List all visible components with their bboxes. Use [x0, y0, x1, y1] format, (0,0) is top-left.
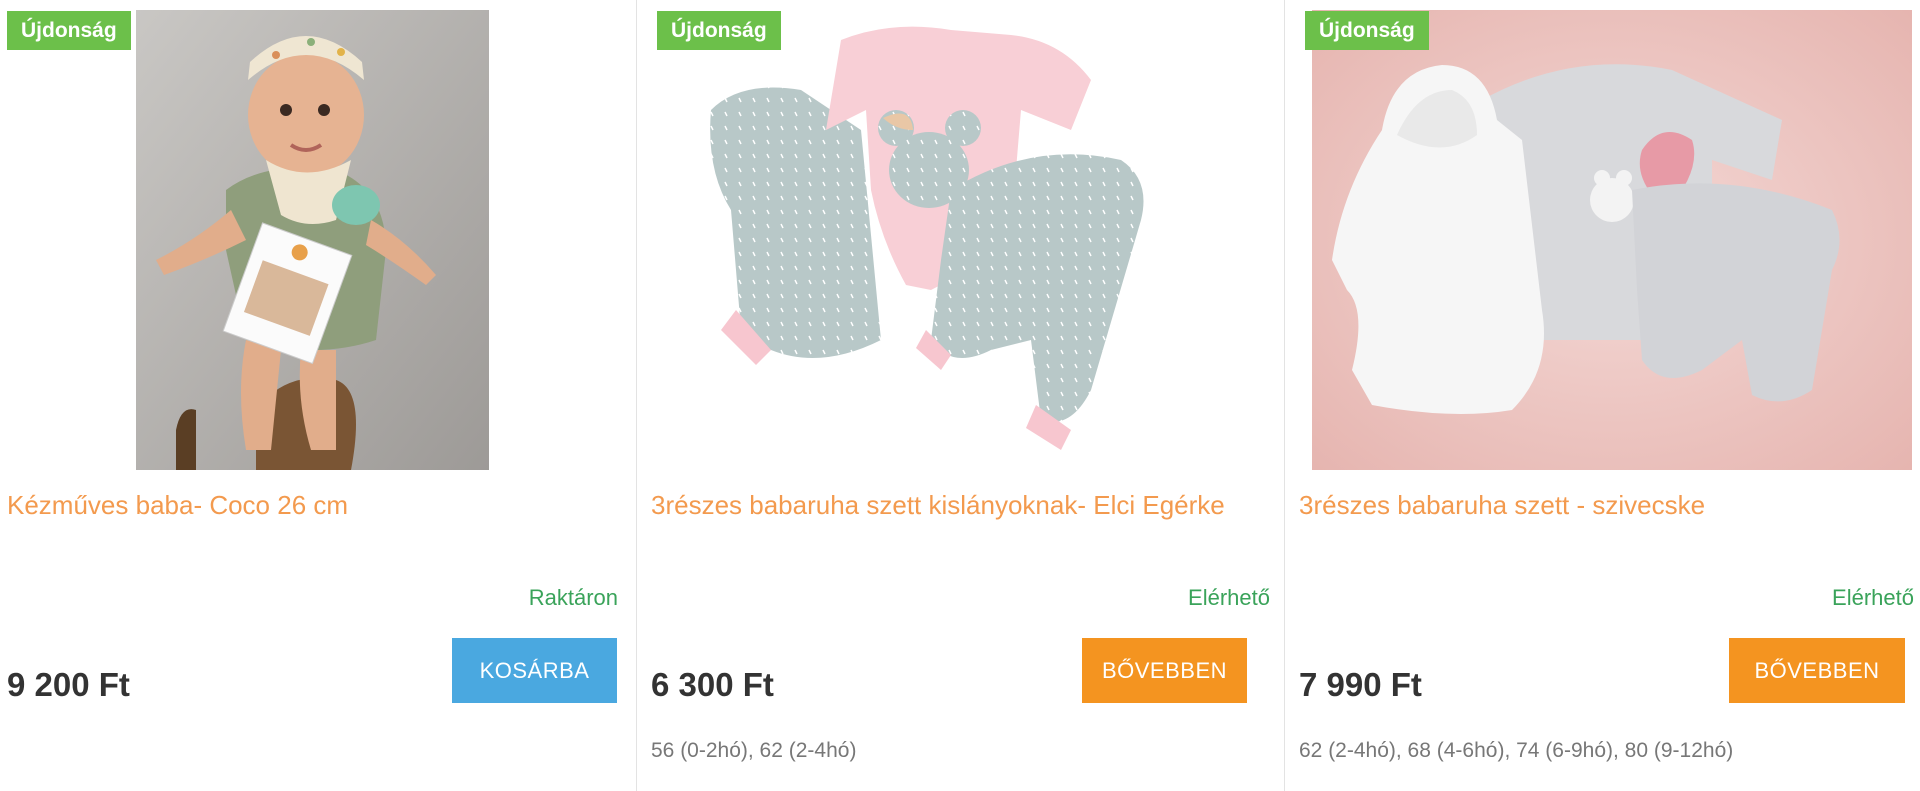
- product-card: Újdonság: [636, 0, 1284, 791]
- product-title[interactable]: 3részes babaruha szett kislányoknak- Elc…: [651, 486, 1251, 525]
- new-badge: Újdonság: [657, 11, 781, 50]
- product-image[interactable]: [651, 10, 1271, 470]
- product-title[interactable]: 3részes babaruha szett - szivecske: [1299, 486, 1899, 525]
- product-price: 9 200 Ft: [7, 666, 130, 703]
- details-button[interactable]: BŐVEBBEN: [1082, 638, 1247, 703]
- product-title[interactable]: Kézműves baba- Coco 26 cm: [7, 486, 607, 525]
- product-image[interactable]: [136, 10, 489, 470]
- size-options: 62 (2-4hó), 68 (4-6hó), 74 (6-9hó), 80 (…: [1299, 739, 1734, 762]
- availability-status: Elérhető: [1188, 585, 1270, 610]
- baby-outfit-photo: [651, 10, 1271, 470]
- details-button[interactable]: BŐVEBBEN: [1729, 638, 1905, 703]
- availability-status: Elérhető: [1832, 585, 1914, 610]
- new-badge: Újdonság: [7, 11, 131, 50]
- product-card: Újdonság: [1284, 0, 1920, 791]
- baby-outfit-photo: [1312, 10, 1912, 470]
- product-image[interactable]: [1312, 10, 1912, 470]
- product-price: 6 300 Ft: [651, 666, 774, 703]
- add-to-cart-button[interactable]: KOSÁRBA: [452, 638, 617, 703]
- size-options: 56 (0-2hó), 62 (2-4hó): [651, 739, 857, 762]
- product-grid: Újdonság Kézműves baba- Coco 26 cm Raktá…: [0, 0, 1920, 791]
- availability-status: Raktáron: [528, 585, 618, 610]
- product-card: Újdonság: [0, 0, 636, 791]
- product-price: 7 990 Ft: [1299, 666, 1422, 703]
- new-badge: Újdonság: [1305, 11, 1429, 50]
- doll-photo: [136, 10, 489, 470]
